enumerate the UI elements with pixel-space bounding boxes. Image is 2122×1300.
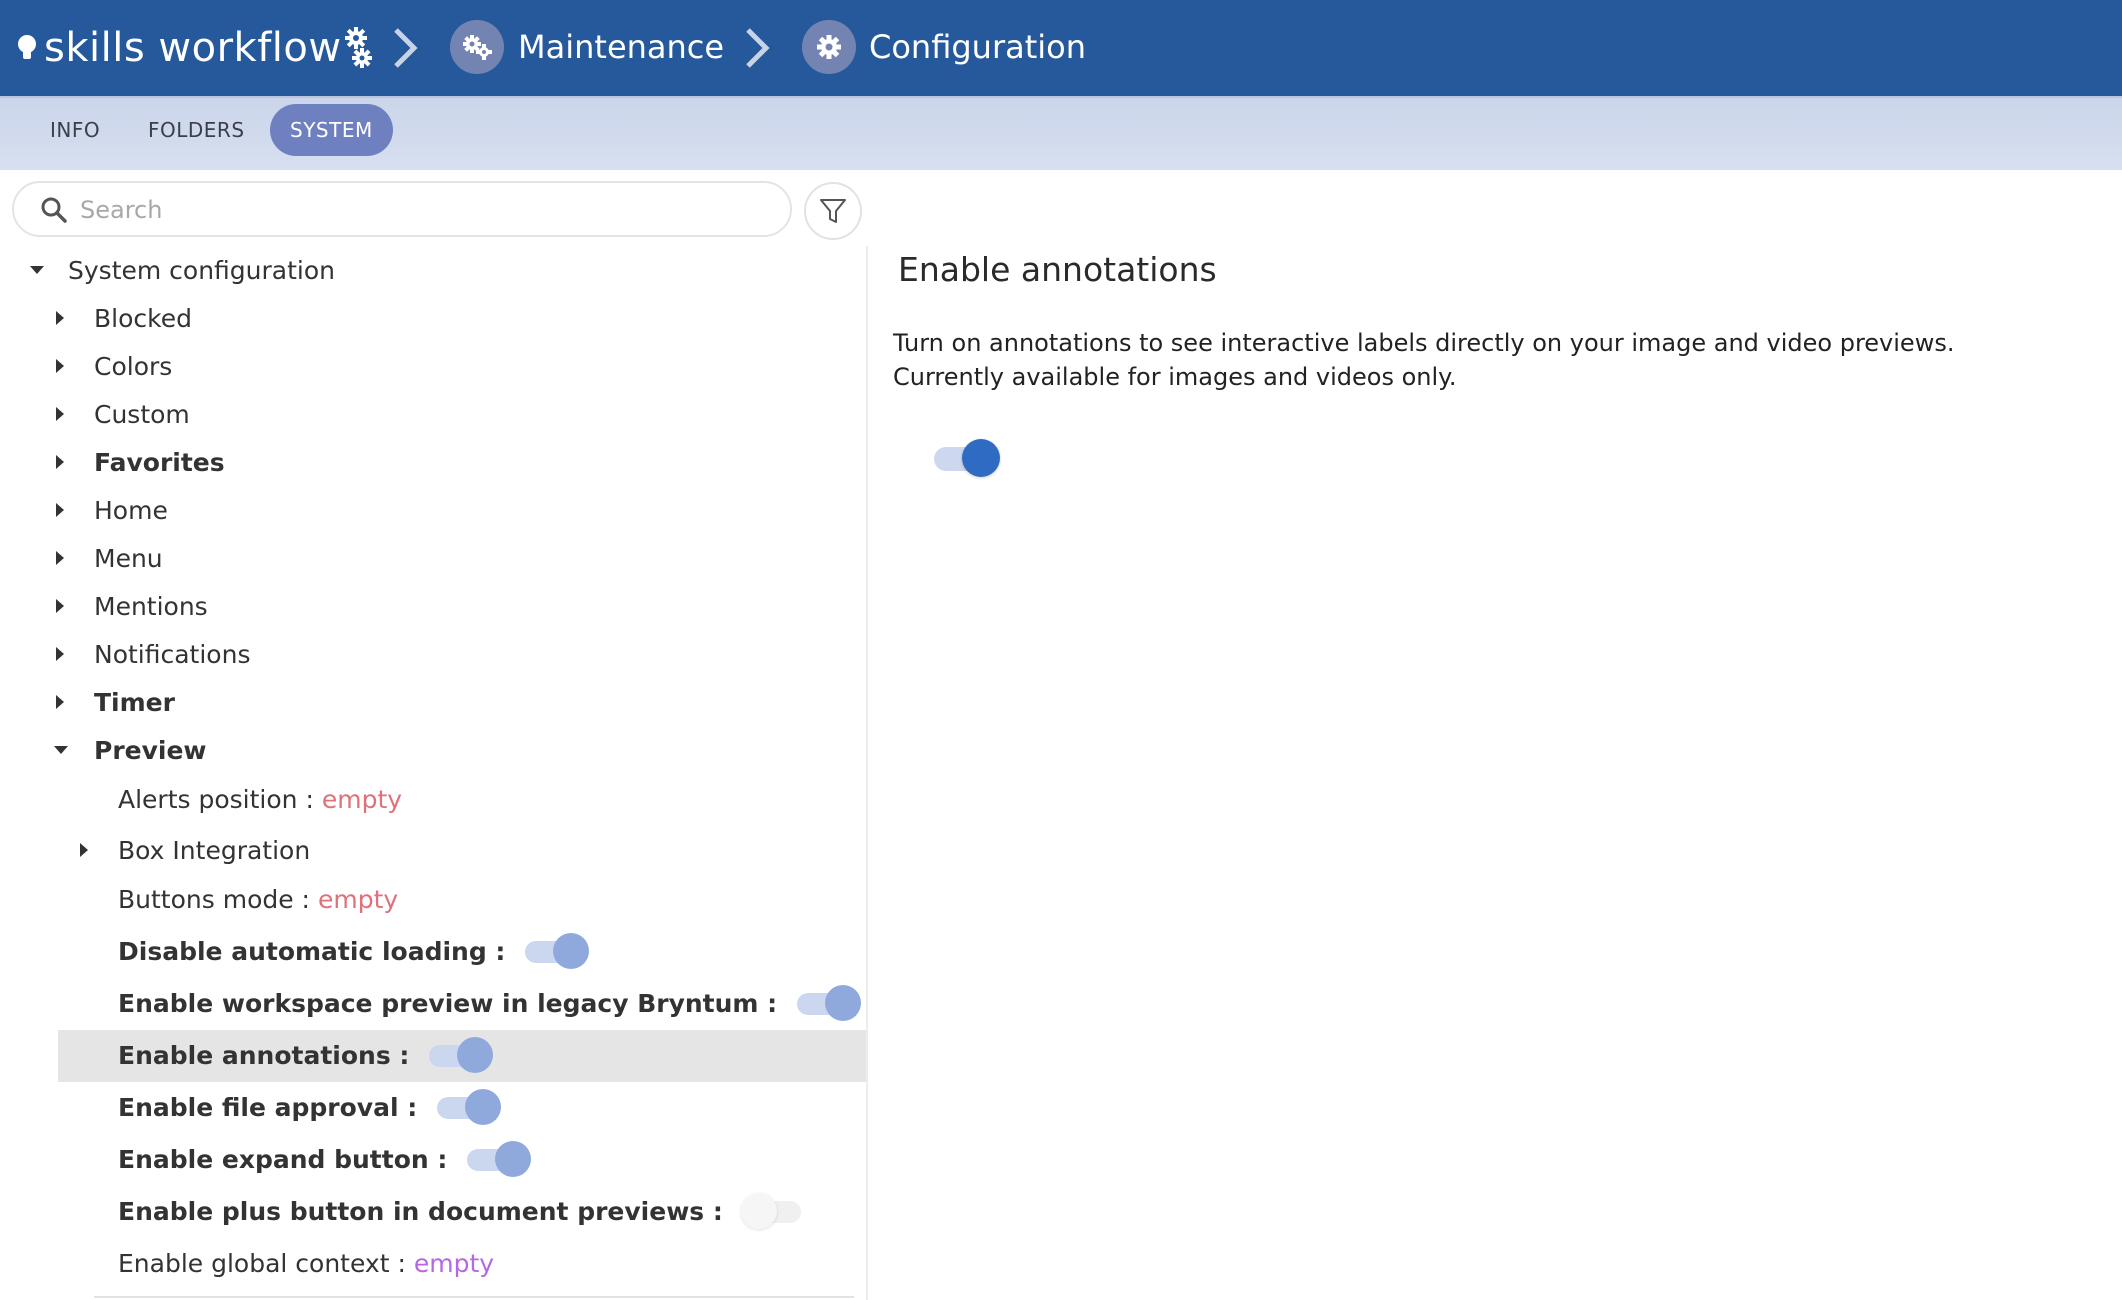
logo-text: skills workflow (44, 25, 342, 71)
app-logo[interactable]: skills workflow (16, 22, 372, 74)
tree-node-label: Mentions (94, 591, 208, 621)
caret-right-icon[interactable] (80, 843, 88, 857)
tree-node-notifications[interactable]: Notifications (56, 632, 250, 676)
tree-node-label: Blocked (94, 303, 192, 333)
detail-toggle[interactable] (934, 438, 1002, 478)
disable-automatic-loading-toggle[interactable] (523, 933, 590, 969)
toggle-knob (465, 1089, 502, 1125)
setting-label: Buttons mode : (118, 884, 310, 914)
tab-system[interactable]: SYSTEM (270, 104, 393, 156)
tree-node-blocked[interactable]: Blocked (56, 296, 192, 340)
toggle-knob (553, 933, 590, 969)
toggle-knob (740, 1193, 777, 1229)
breadcrumb-configuration[interactable]: Configuration (869, 24, 1086, 70)
tab-bar: INFO FOLDERS SYSTEM (0, 96, 2122, 170)
caret-right-icon[interactable] (56, 455, 64, 469)
search-icon (41, 197, 67, 223)
tree-node-favorites[interactable]: Favorites (56, 440, 225, 484)
caret-down-icon[interactable] (54, 746, 68, 754)
detail-title: Enable annotations (898, 250, 1217, 289)
tree-node-label: System configuration (68, 255, 336, 285)
gears-icon (463, 35, 492, 60)
tree-node-label: Preview (94, 735, 207, 765)
breadcrumb-maintenance[interactable]: Maintenance (518, 24, 724, 70)
tree-node-box-integration[interactable]: Box Integration (80, 828, 310, 872)
toggle-knob (962, 439, 1000, 477)
setting-enable-expand-button[interactable]: Enable expand button : (118, 1137, 532, 1181)
tree-bottom-divider (94, 1296, 854, 1298)
toggle-knob (457, 1037, 494, 1073)
search-input[interactable] (78, 191, 772, 229)
setting-disable-automatic-loading[interactable]: Disable automatic loading : (118, 929, 590, 973)
tab-info[interactable]: INFO (30, 104, 120, 156)
top-bar: skills workflow Maintenance Configuratio… (0, 0, 2122, 96)
caret-right-icon[interactable] (56, 551, 64, 565)
caret-right-icon[interactable] (56, 311, 64, 325)
tree-node-home[interactable]: Home (56, 488, 168, 532)
caret-right-icon[interactable] (56, 407, 64, 421)
pane-divider (866, 246, 868, 1300)
setting-enable-plus-button[interactable]: Enable plus button in document previews … (118, 1189, 807, 1233)
setting-label: Enable workspace preview in legacy Brynt… (118, 988, 778, 1018)
setting-label: Enable expand button : (118, 1144, 448, 1174)
setting-enable-workspace-preview[interactable]: Enable workspace preview in legacy Brynt… (118, 981, 862, 1025)
filter-button[interactable] (804, 182, 862, 240)
tree-node-timer[interactable]: Timer (56, 680, 175, 724)
setting-value: empty (317, 884, 399, 914)
detail-description: Turn on annotations to see interactive l… (893, 326, 1993, 394)
lightbulb-icon (18, 35, 36, 59)
tree-node-label: Menu (94, 543, 163, 573)
tree-node-preview[interactable]: Preview (54, 728, 207, 772)
enable-plus-button-toggle[interactable] (740, 1193, 807, 1229)
setting-label: Enable global context : (118, 1248, 406, 1278)
caret-right-icon[interactable] (56, 599, 64, 613)
tree-node-mentions[interactable]: Mentions (56, 584, 208, 628)
caret-right-icon[interactable] (56, 695, 64, 709)
detail-description-line: Turn on annotations to see interactive l… (893, 329, 1955, 357)
tree-node-menu[interactable]: Menu (56, 536, 163, 580)
tree-node-label: Custom (94, 399, 190, 429)
setting-label: Disable automatic loading : (118, 936, 506, 966)
tree-node-custom[interactable]: Custom (56, 392, 190, 436)
enable-file-approval-toggle[interactable] (435, 1089, 502, 1125)
enable-annotations-toggle[interactable] (427, 1037, 494, 1073)
tree-node-label: Timer (94, 687, 175, 717)
setting-label: Enable file approval : (118, 1092, 418, 1122)
filter-icon (820, 199, 846, 223)
toggle-knob (825, 985, 862, 1021)
cogs-icon (344, 27, 372, 68)
caret-right-icon[interactable] (56, 503, 64, 517)
tree-node-label: Box Integration (118, 835, 311, 865)
setting-enable-annotations[interactable]: Enable annotations : (118, 1033, 494, 1077)
tree-node-label: Colors (94, 351, 173, 381)
caret-down-icon[interactable] (30, 266, 44, 274)
tree-node-colors[interactable]: Colors (56, 344, 172, 388)
setting-label: Alerts position : (118, 784, 314, 814)
chevron-right-icon (394, 28, 418, 68)
detail-description-line: Currently available for images and video… (893, 363, 1457, 391)
setting-enable-file-approval[interactable]: Enable file approval : (118, 1085, 502, 1129)
tree-node-label: Favorites (94, 447, 225, 477)
gear-icon (817, 35, 841, 59)
tree-node-label: Notifications (94, 639, 251, 669)
setting-label: Enable plus button in document previews … (118, 1196, 723, 1226)
setting-value: empty (321, 784, 403, 814)
tree-node-system-configuration[interactable]: System configuration (30, 248, 335, 292)
setting-enable-global-context[interactable]: Enable global context : empty (118, 1241, 494, 1285)
breadcrumb-configuration-icon[interactable] (802, 20, 856, 74)
enable-workspace-preview-toggle[interactable] (795, 985, 862, 1021)
setting-alerts-position[interactable]: Alerts position : empty (118, 777, 402, 821)
enable-expand-button-toggle[interactable] (465, 1141, 532, 1177)
chevron-right-icon (746, 28, 770, 68)
setting-value: empty (413, 1248, 495, 1278)
caret-right-icon[interactable] (56, 647, 64, 661)
tree-node-label: Home (94, 495, 168, 525)
tab-folders[interactable]: FOLDERS (128, 104, 265, 156)
caret-right-icon[interactable] (56, 359, 64, 373)
breadcrumb-maintenance-icon[interactable] (450, 20, 504, 74)
setting-buttons-mode[interactable]: Buttons mode : empty (118, 877, 398, 921)
setting-label: Enable annotations : (118, 1040, 410, 1070)
toggle-knob (495, 1141, 532, 1177)
search-box (12, 181, 792, 237)
